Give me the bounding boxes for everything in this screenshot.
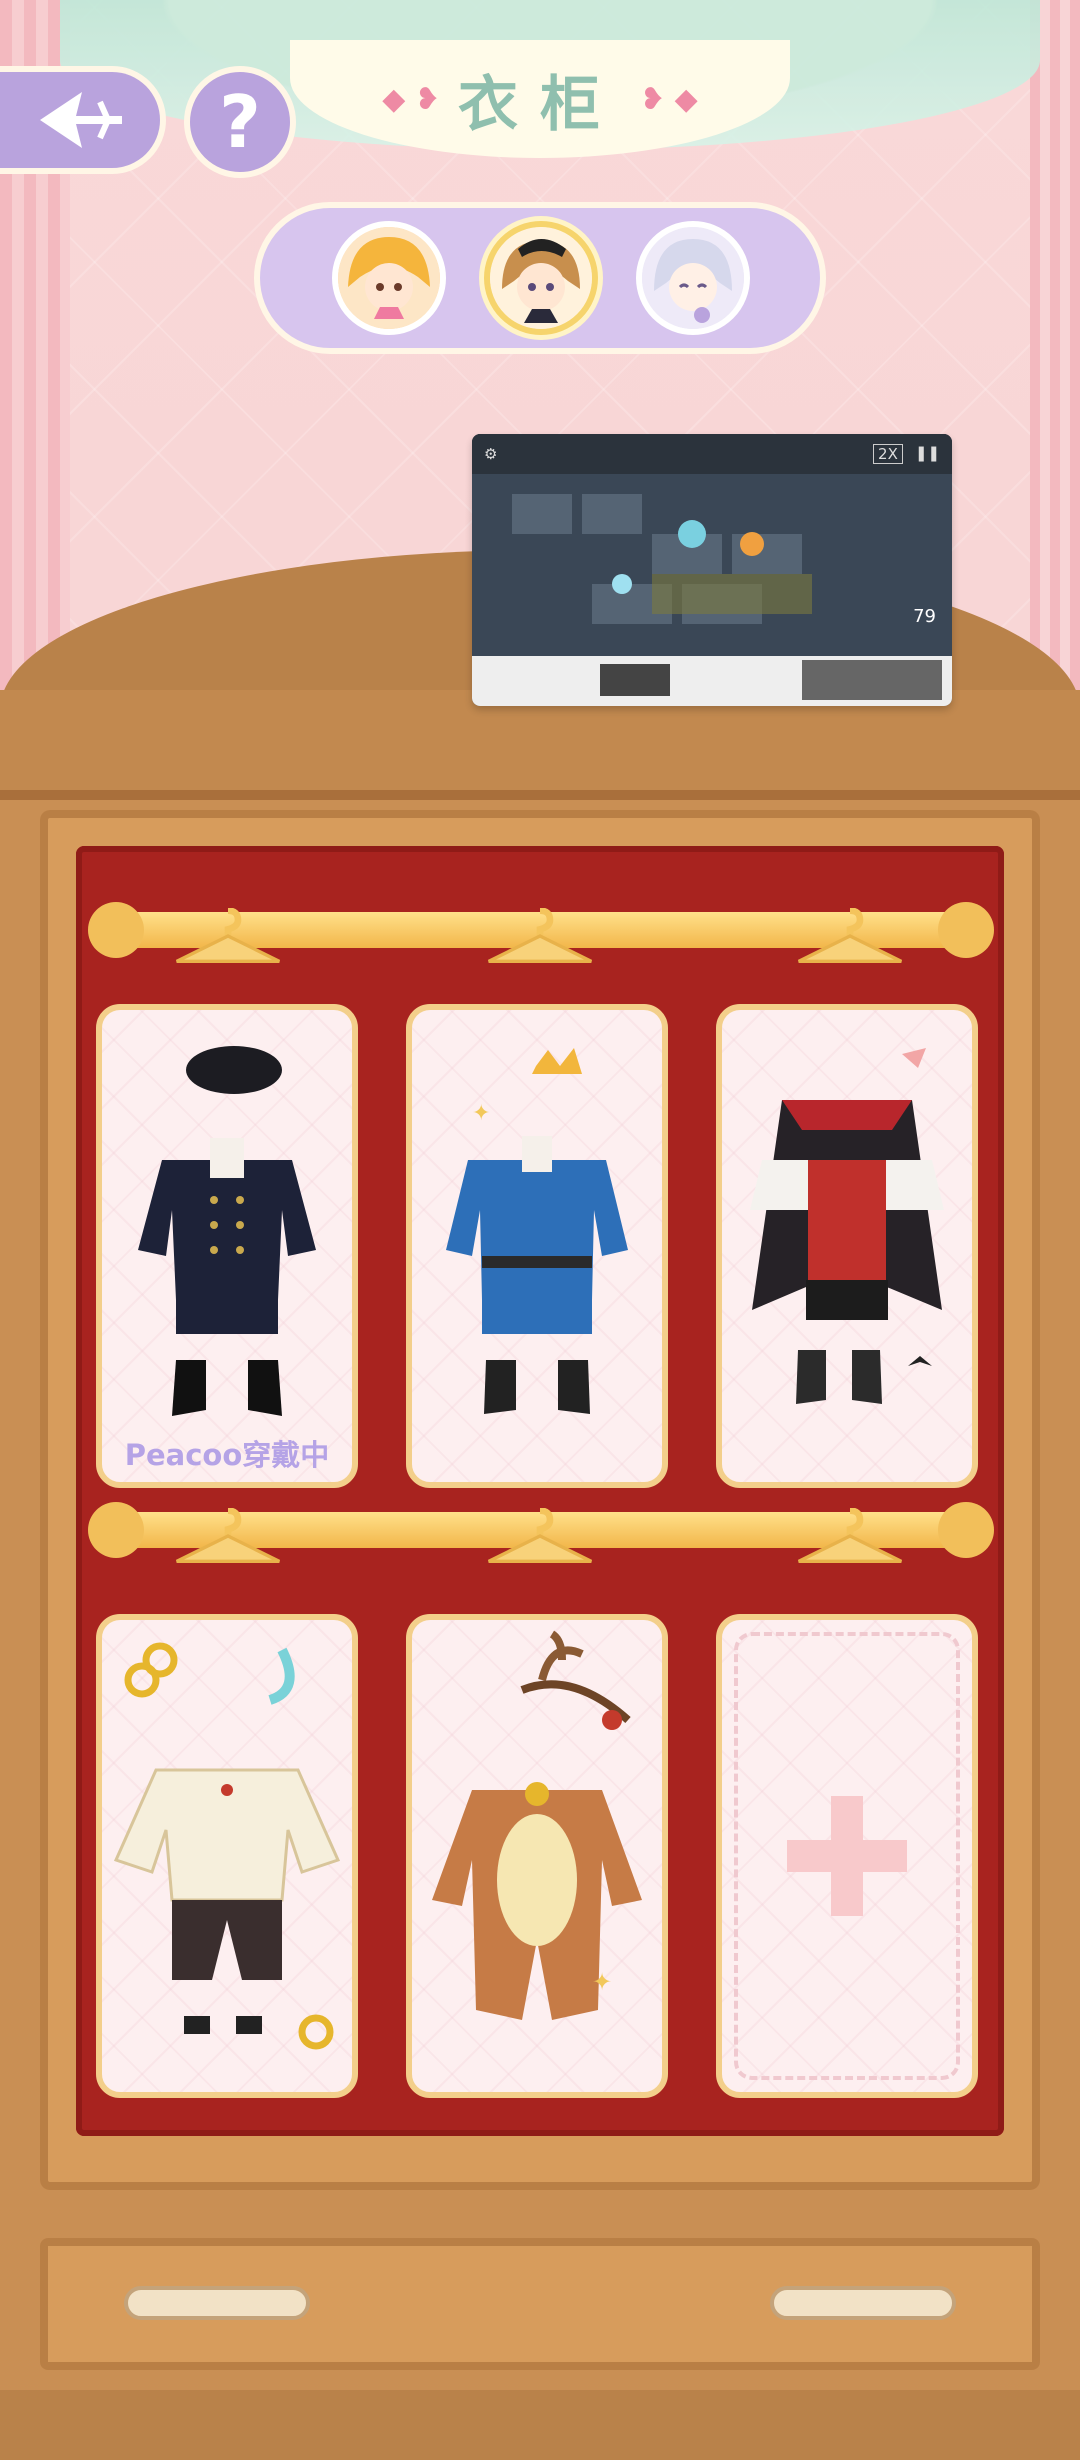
outfit-card-blue-uniform[interactable]: ✦	[406, 1004, 668, 1488]
page-title: 衣柜	[458, 69, 622, 140]
help-button[interactable]: ?	[184, 66, 296, 178]
hanger-icon	[487, 908, 593, 963]
hanger-icon	[797, 908, 903, 963]
avatar-brunette[interactable]	[484, 221, 598, 335]
hanger-icon	[175, 1508, 281, 1563]
back-button[interactable]	[0, 66, 166, 174]
skill-slot[interactable]	[600, 664, 670, 696]
operator-cards[interactable]	[802, 660, 942, 700]
silver-girl-icon	[642, 227, 744, 329]
cost-counter: 79	[913, 606, 936, 627]
ornament-left-icon: ◆ ❥	[382, 81, 440, 117]
outfit-card-reindeer-onesie[interactable]: ✦	[406, 1614, 668, 2098]
hanger-icon	[797, 1508, 903, 1563]
outfit-card-vampire[interactable]	[716, 1004, 978, 1488]
outfit-card-navy-uniform[interactable]: Peacoo穿戴中	[96, 1004, 358, 1488]
wardrobe-drawer[interactable]	[40, 2238, 1040, 2370]
rod-end-right	[938, 902, 994, 958]
rod-end-right	[938, 1502, 994, 1558]
game-map-icon	[472, 474, 952, 656]
question-icon: ?	[219, 80, 261, 164]
avatar-silver[interactable]	[636, 221, 750, 335]
wardrobe-cornice	[0, 690, 1080, 800]
back-arrow-icon	[40, 92, 122, 148]
add-plus-icon	[787, 1796, 907, 1916]
chinese-outfit-icon	[113, 1642, 341, 2050]
ornament-right-icon: ❥ ◆	[640, 81, 698, 117]
reindeer-onesie-icon: ✦	[432, 1630, 642, 2020]
outfit-card-chinese-outfit[interactable]	[96, 1614, 358, 2098]
navy-uniform-icon	[138, 1046, 316, 1416]
video-toolbar: ⚙ 2X ❚❚	[472, 434, 952, 474]
blue-uniform-icon: ✦	[446, 1048, 628, 1414]
svg-text:✦: ✦	[592, 1968, 612, 1996]
hanger-icon	[175, 908, 281, 963]
svg-text:✦: ✦	[472, 1101, 490, 1126]
wardrobe-base	[0, 2390, 1080, 2460]
empty-outfit-slot[interactable]	[716, 1614, 978, 2098]
brunette-girl-icon	[490, 227, 592, 329]
settings-gear-icon[interactable]: ⚙	[484, 445, 497, 463]
wearing-status-label: Peacoo穿戴中	[124, 1438, 330, 1472]
rod-end-left	[88, 902, 144, 958]
video-skill-bar	[472, 656, 952, 706]
drawer-handle-left[interactable]	[124, 2286, 310, 2320]
pause-icon[interactable]: ❚❚	[915, 444, 940, 464]
character-selector	[254, 202, 826, 354]
drawer-handle-right[interactable]	[770, 2286, 956, 2320]
floating-video-window[interactable]: ⚙ 2X ❚❚ 79	[472, 434, 952, 706]
speed-button[interactable]: 2X	[873, 444, 903, 464]
hanger-icon	[487, 1508, 593, 1563]
vampire-outfit-icon	[750, 1048, 944, 1404]
avatar-blonde[interactable]	[332, 221, 446, 335]
rod-end-left	[88, 1502, 144, 1558]
blonde-girl-icon	[338, 227, 440, 329]
